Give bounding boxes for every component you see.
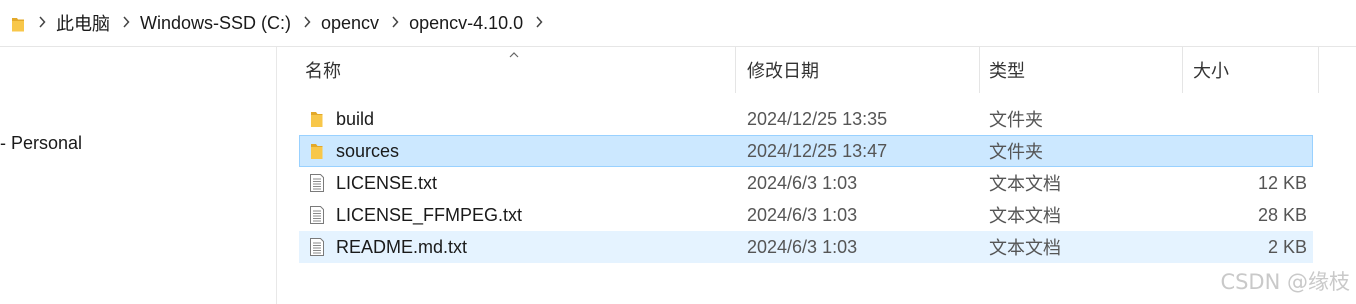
folder-icon [307,141,327,161]
file-name: build [336,108,375,129]
list-item[interactable]: LICENSE_FFMPEG.txt 2024/6/3 1:03 文本文档 28… [299,199,1313,231]
breadcrumb-opencv[interactable]: opencv [321,11,379,36]
column-header-date[interactable]: 修改日期 [747,47,819,93]
file-date: 2024/12/25 13:35 [747,108,888,129]
column-divider[interactable] [1182,47,1183,93]
text-file-icon [307,205,327,225]
chevron-right-icon[interactable] [391,16,399,30]
file-name: README.md.txt [336,236,468,257]
file-rows: build 2024/12/25 13:35 文件夹 sources 2024/… [299,103,1313,263]
file-name: sources [336,140,400,161]
sort-ascending-icon [509,52,519,58]
text-file-icon [307,173,327,193]
breadcrumb-opencv-version[interactable]: opencv-4.10.0 [409,11,523,36]
file-name: LICENSE_FFMPEG.txt [336,204,523,225]
file-name: LICENSE.txt [336,172,438,193]
file-type: 文件夹 [989,142,1043,162]
breadcrumb-drive[interactable]: Windows-SSD (C:) [140,11,291,36]
file-type: 文件夹 [989,110,1043,130]
text-file-icon [307,237,327,257]
list-item[interactable]: README.md.txt 2024/6/3 1:03 文本文档 2 KB [299,231,1313,263]
breadcrumb-this-pc[interactable]: 此电脑 [56,8,110,38]
folder-icon [10,15,26,32]
file-type: 文本文档 [989,206,1061,226]
file-size: 12 KB [1257,172,1307,193]
list-item[interactable]: sources 2024/12/25 13:47 文件夹 [299,135,1313,167]
column-divider[interactable] [735,47,736,93]
column-header-row: 名称 修改日期 类型 大小 [277,47,1319,93]
folder-icon [307,109,327,129]
column-header-type[interactable]: 类型 [989,47,1025,93]
file-type: 文本文档 [989,238,1061,258]
file-list: 名称 修改日期 类型 大小 build 2024/12/25 13:35 文件夹 [277,47,1356,304]
list-item[interactable]: build 2024/12/25 13:35 文件夹 [299,103,1313,135]
address-bar[interactable]: 此电脑 Windows-SSD (C:) opencv opencv-4.10.… [0,0,1356,47]
navigation-pane: - Personal [0,47,277,304]
watermark: CSDN @缘枝 [1220,270,1350,294]
column-divider[interactable] [1318,47,1319,93]
column-divider[interactable] [979,47,980,93]
column-header-size[interactable]: 大小 [1193,47,1229,93]
file-date: 2024/12/25 13:47 [747,140,888,161]
file-date: 2024/6/3 1:03 [747,204,858,225]
nav-item-personal[interactable]: - Personal [0,133,82,154]
file-date: 2024/6/3 1:03 [747,172,858,193]
file-size: 28 KB [1257,204,1307,225]
chevron-right-icon[interactable] [38,16,46,30]
file-size: 2 KB [1267,236,1307,257]
file-date: 2024/6/3 1:03 [747,236,858,257]
column-header-name[interactable]: 名称 [305,47,341,93]
chevron-right-icon[interactable] [122,16,130,30]
list-item[interactable]: LICENSE.txt 2024/6/3 1:03 文本文档 12 KB [299,167,1313,199]
chevron-right-icon[interactable] [303,16,311,30]
file-type: 文本文档 [989,174,1061,194]
chevron-right-icon[interactable] [535,16,543,30]
